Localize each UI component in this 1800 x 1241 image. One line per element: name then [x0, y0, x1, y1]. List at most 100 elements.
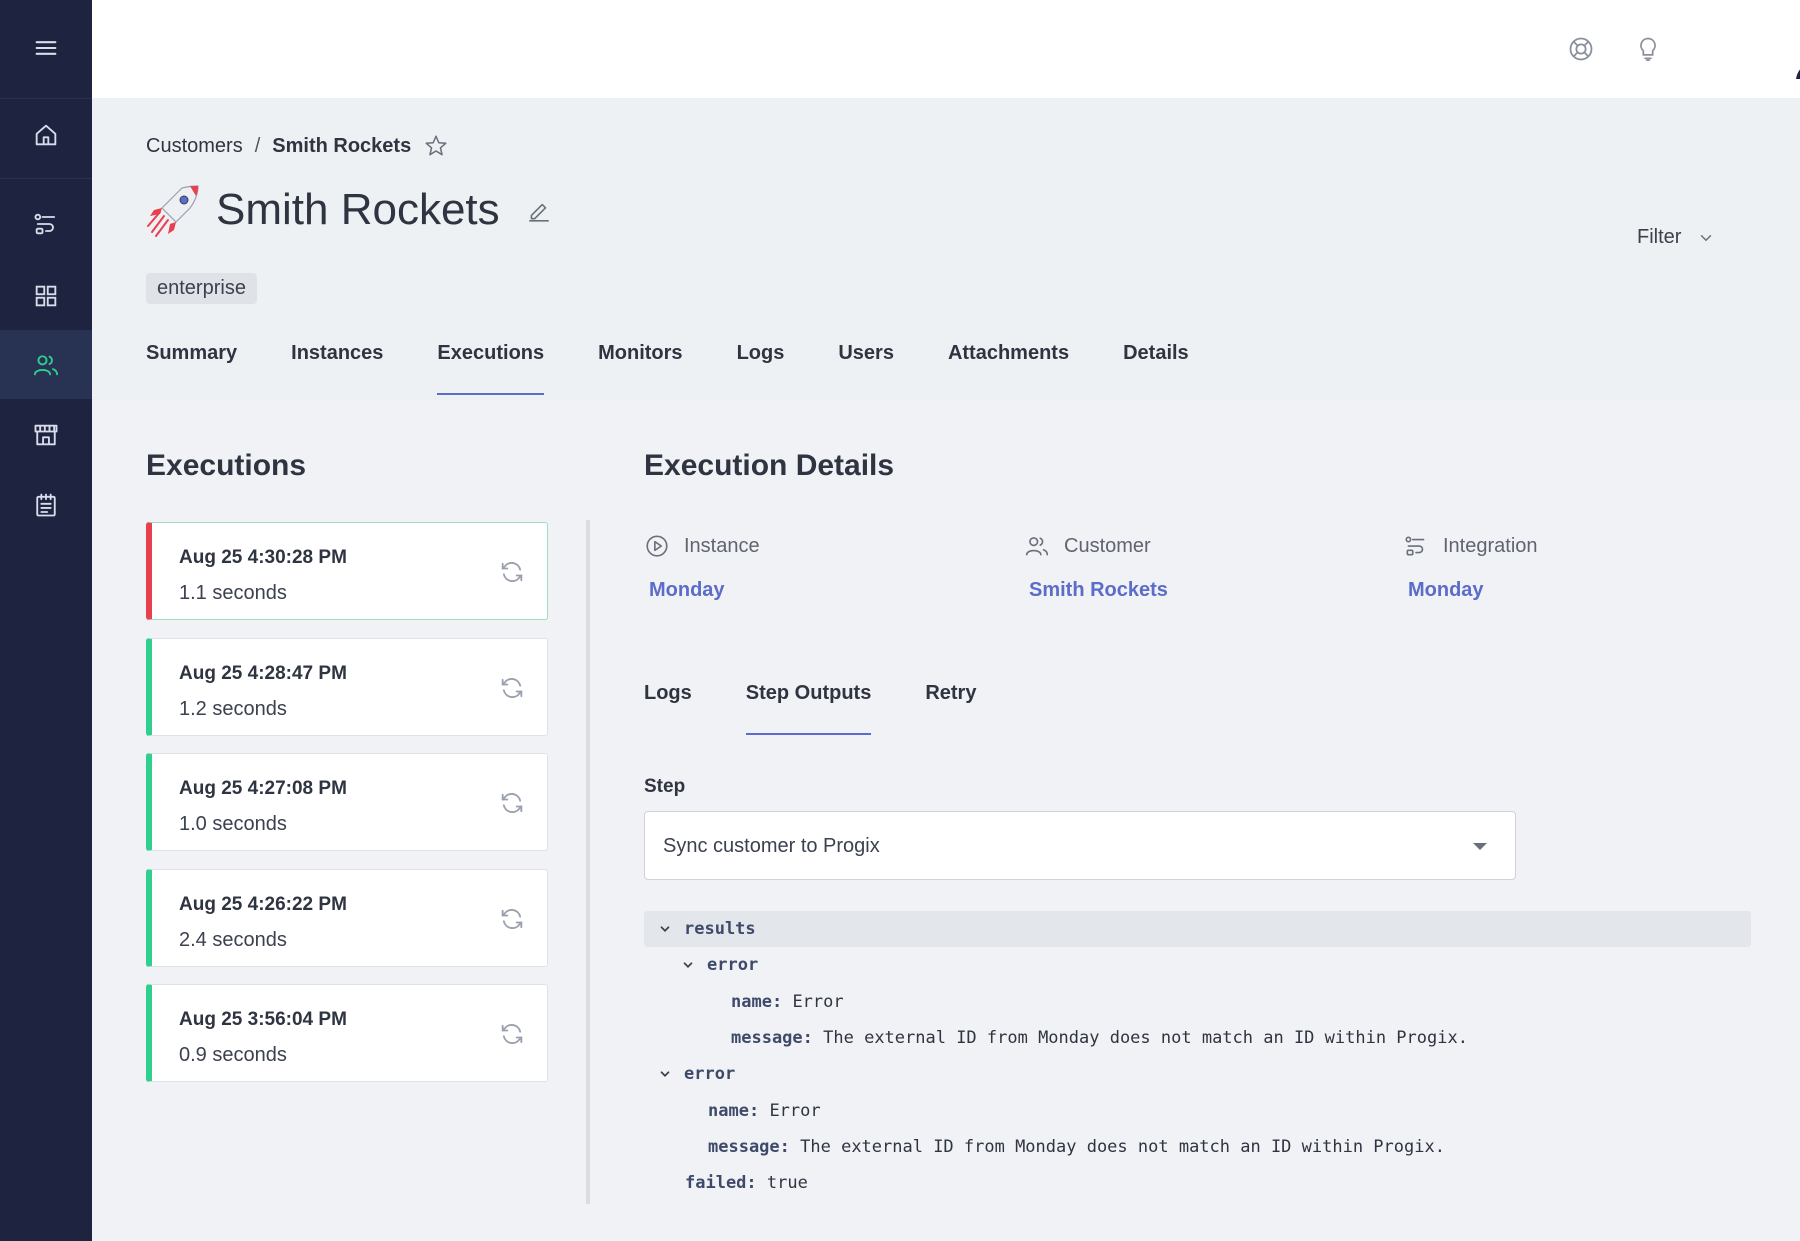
chevron-down-icon — [1701, 234, 1712, 241]
step-label: Step — [644, 776, 686, 797]
execution-timestamp: Aug 25 4:26:22 PM — [179, 894, 347, 915]
meta-label: Integration — [1443, 534, 1538, 557]
tree-value: true — [766, 1173, 808, 1193]
execution-card[interactable]: Aug 25 3:56:04 PM 0.9 seconds — [146, 984, 548, 1082]
customers-icon — [33, 354, 59, 375]
retry-icon[interactable] — [498, 1020, 526, 1048]
customer-link[interactable]: Smith Rockets — [1029, 579, 1168, 602]
tree-leaf: failed: true — [685, 1165, 808, 1201]
star-icon[interactable] — [423, 133, 449, 159]
instance-link[interactable]: Monday — [649, 579, 760, 602]
edit-icon[interactable] — [526, 197, 552, 223]
breadcrumb-current: Smith Rockets — [272, 134, 412, 157]
execution-duration: 2.4 seconds — [179, 929, 287, 951]
support-icon — [1569, 37, 1593, 61]
tree-leaf: message: The external ID from Monday doe… — [708, 1129, 1445, 1165]
tree-node-results[interactable]: results — [644, 911, 1751, 947]
sidebar-item-components[interactable] — [0, 261, 92, 330]
subtab-retry[interactable]: Retry — [925, 682, 976, 735]
execution-duration: 1.0 seconds — [179, 813, 287, 835]
breadcrumb-separator: / — [254, 134, 261, 157]
execution-card[interactable]: Aug 25 4:30:28 PM 1.1 seconds — [146, 522, 548, 620]
tree-value: The external ID from Monday does not mat… — [823, 1028, 1468, 1048]
title-row: Smith Rockets — [146, 182, 552, 238]
tree-leaf: message: The external ID from Monday doe… — [731, 1020, 1468, 1056]
sidebar-item-marketplace[interactable] — [0, 400, 92, 469]
filter-dropdown[interactable]: Filter — [1637, 226, 1715, 249]
tree-value: The external ID from Monday does not mat… — [800, 1137, 1445, 1157]
menu-button[interactable] — [0, 13, 92, 82]
tree-node-inner-error[interactable]: error — [681, 947, 758, 983]
tab-executions[interactable]: Executions — [437, 342, 544, 395]
tab-instances[interactable]: Instances — [291, 342, 383, 395]
step-select-value: Sync customer to Progix — [663, 835, 880, 857]
tab-monitors[interactable]: Monitors — [598, 342, 682, 395]
meta-integration: Integration Monday — [1403, 533, 1538, 602]
executions-heading: Executions — [146, 449, 307, 482]
tab-users[interactable]: Users — [838, 342, 894, 395]
chevron-down-icon — [660, 926, 670, 932]
breadcrumb: Customers / Smith Rockets — [146, 133, 449, 159]
tree-key: error — [684, 1064, 736, 1084]
execution-duration: 0.9 seconds — [179, 1044, 287, 1066]
chevron-down-icon — [683, 962, 693, 968]
execution-duration: 1.1 seconds — [179, 582, 287, 604]
meta-customer: Customer Smith Rockets — [1024, 533, 1168, 602]
execution-duration: 1.2 seconds — [179, 698, 287, 720]
tree-value: Error — [769, 1101, 821, 1121]
breadcrumb-parent[interactable]: Customers — [146, 135, 243, 158]
execution-timestamp: Aug 25 3:56:04 PM — [179, 1009, 347, 1030]
tree-key: error — [707, 955, 759, 975]
execution-card[interactable]: Aug 25 4:26:22 PM 2.4 seconds — [146, 869, 548, 967]
tab-details[interactable]: Details — [1123, 342, 1189, 395]
sidebar-item-customers[interactable] — [0, 330, 92, 399]
tree-node-error[interactable]: error — [658, 1056, 735, 1092]
integration-icon — [1405, 536, 1425, 556]
sidebar-item-integrations[interactable] — [0, 189, 92, 258]
panel-resizer[interactable] — [586, 520, 590, 1204]
execution-card[interactable]: Aug 25 4:27:08 PM 1.0 seconds — [146, 753, 548, 851]
sidebar — [0, 0, 92, 1241]
execution-timestamp: Aug 25 4:30:28 PM — [179, 547, 347, 568]
tree-key: message: — [708, 1137, 790, 1157]
play-circle-icon — [646, 535, 668, 557]
user-avatar[interactable] — [1792, 19, 1800, 79]
retry-icon[interactable] — [498, 674, 526, 702]
rocket-icon — [147, 185, 199, 237]
retry-icon[interactable] — [498, 558, 526, 586]
caret-down-icon — [1473, 843, 1487, 850]
retry-icon[interactable] — [498, 789, 526, 817]
integration-link[interactable]: Monday — [1408, 579, 1538, 602]
sidebar-item-logs[interactable] — [0, 470, 92, 539]
support-button[interactable] — [1563, 31, 1599, 67]
customer-tabs: Summary Instances Executions Monitors Lo… — [146, 342, 1189, 395]
step-select[interactable]: Sync customer to Progix — [644, 811, 1516, 880]
sidebar-divider — [0, 178, 92, 179]
sidebar-item-home[interactable] — [0, 100, 92, 169]
retry-icon[interactable] — [498, 905, 526, 933]
execution-card[interactable]: Aug 25 4:28:47 PM 1.2 seconds — [146, 638, 548, 736]
customer-tag: enterprise — [146, 273, 257, 304]
home-icon — [35, 124, 57, 145]
meta-instance: Instance Monday — [644, 533, 760, 602]
sidebar-divider — [0, 98, 92, 99]
execution-timestamp: Aug 25 4:28:47 PM — [179, 663, 347, 684]
chevron-down-icon — [660, 1071, 670, 1077]
logs-icon — [36, 493, 56, 516]
tree-leaf: name: Error — [708, 1093, 821, 1129]
components-icon — [35, 285, 57, 306]
ideas-button[interactable] — [1630, 31, 1666, 67]
tree-key: message: — [731, 1028, 813, 1048]
top-bar — [92, 0, 1800, 98]
meta-label: Instance — [684, 534, 760, 557]
meta-label: Customer — [1064, 534, 1151, 557]
tab-summary[interactable]: Summary — [146, 342, 237, 395]
tree-value: Error — [792, 992, 844, 1012]
subtab-step-outputs[interactable]: Step Outputs — [745, 682, 871, 735]
users-icon — [1025, 537, 1049, 556]
tab-attachments[interactable]: Attachments — [948, 342, 1069, 395]
integrations-icon — [34, 213, 56, 234]
tab-logs[interactable]: Logs — [737, 342, 785, 395]
execution-timestamp: Aug 25 4:27:08 PM — [179, 778, 347, 799]
subtab-logs[interactable]: Logs — [644, 682, 692, 735]
